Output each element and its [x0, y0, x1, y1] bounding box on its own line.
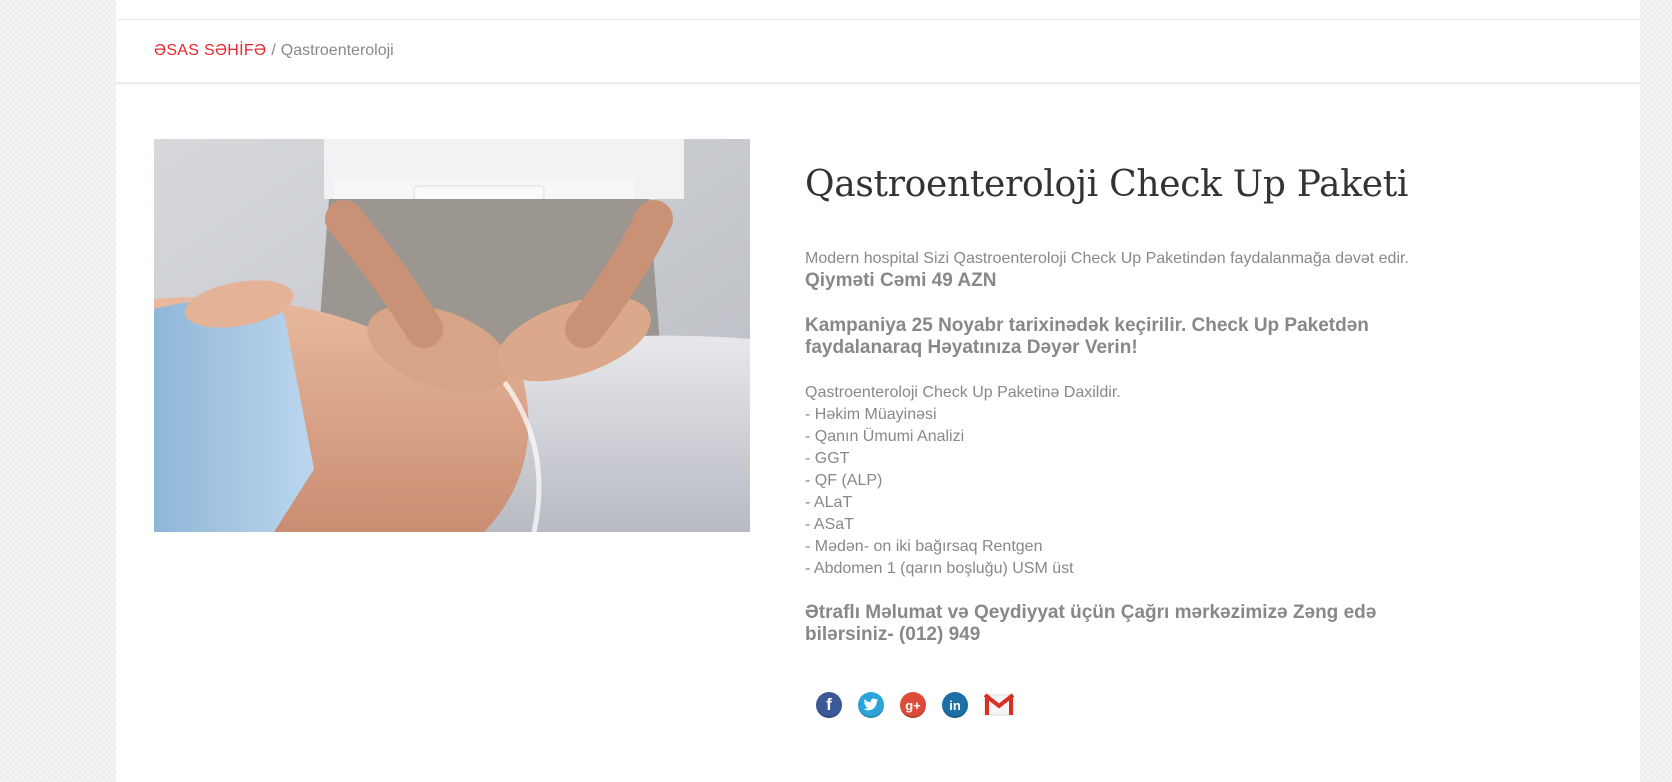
contact-text: Ətraflı Məlumat və Qeydiyyat üçün Çağrı … [805, 602, 1377, 645]
includes-list: - Həkim Müayinəsi - Qanın Ümumi Analizi … [805, 404, 1465, 580]
twitter-bird-glyph [863, 698, 879, 711]
page-container: ƏSAS SƏHİFƏ / Qastroenteroloji Qastroent… [116, 0, 1640, 782]
twitter-icon[interactable] [858, 692, 884, 718]
gmail-envelope-glyph [984, 693, 1014, 716]
list-item: - Abdomen 1 (qarın boşluğu) USM üst [805, 560, 1074, 577]
breadcrumb-home-link[interactable]: ƏSAS SƏHİFƏ [154, 42, 266, 59]
package-photo [154, 139, 750, 532]
linkedin-icon[interactable]: in [942, 692, 968, 718]
google-plus-icon[interactable]: g+ [900, 692, 926, 718]
list-item: - ASaT [805, 516, 854, 533]
linkedin-glyph: in [949, 697, 961, 713]
price-text: Qiyməti Cəmi 49 AZN [805, 270, 997, 291]
includes-section: Qastroenteroloji Check Up Paketinə Daxil… [805, 382, 1465, 580]
page-title: Qastroenteroloji Check Up Paketi [805, 164, 1409, 205]
gmail-icon[interactable] [984, 692, 1014, 718]
share-bar: f g+ in [816, 692, 1465, 718]
includes-heading: Qastroenteroloji Check Up Paketinə Daxil… [805, 384, 1121, 401]
intro-text: Modern hospital Sizi Qastroenteroloji Ch… [805, 248, 1465, 292]
header-strip [116, 0, 1640, 20]
breadcrumb: ƏSAS SƏHİFƏ / Qastroenteroloji [116, 20, 1640, 84]
facebook-icon[interactable]: f [816, 692, 842, 718]
breadcrumb-trail: ƏSAS SƏHİFƏ / Qastroenteroloji [154, 42, 394, 60]
list-item: - QF (ALP) [805, 472, 883, 489]
list-item: - Mədən- on iki bağırsaq Rentgen [805, 538, 1043, 555]
campaign-text: Kampaniya 25 Noyabr tarixinədək keçirili… [805, 315, 1369, 358]
facebook-glyph: f [826, 695, 832, 714]
list-item: - GGT [805, 450, 850, 467]
list-item: - ALaT [805, 494, 853, 511]
list-item: - Həkim Müayinəsi [805, 406, 937, 423]
google-plus-glyph: g+ [905, 697, 921, 713]
intro-line: Modern hospital Sizi Qastroenteroloji Ch… [805, 250, 1409, 267]
breadcrumb-separator: / [271, 42, 276, 59]
list-item: - Qanın Ümumi Analizi [805, 428, 965, 445]
package-details: Qastroenteroloji Check Up Paketi Modern … [805, 160, 1465, 718]
breadcrumb-current: Qastroenteroloji [280, 42, 394, 59]
